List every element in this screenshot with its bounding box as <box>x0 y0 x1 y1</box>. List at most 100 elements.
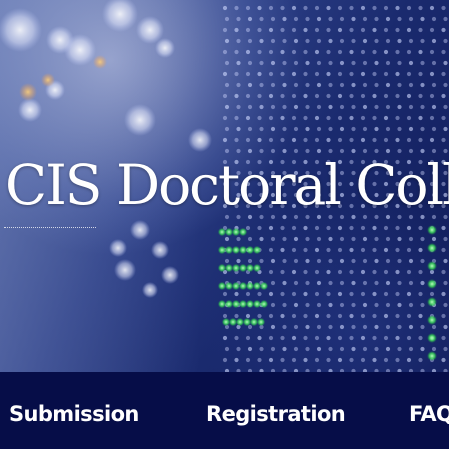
led-dot <box>337 71 343 77</box>
led-dot <box>291 5 297 11</box>
led-dot <box>351 60 356 66</box>
led-dot <box>385 38 391 44</box>
led-dot <box>303 269 308 275</box>
led-dot <box>224 104 230 110</box>
led-dot <box>374 60 379 66</box>
led-dot <box>259 346 264 352</box>
led-dot <box>337 49 343 55</box>
led-dot <box>420 104 425 110</box>
led-dot <box>303 313 308 319</box>
led-dot <box>291 335 297 341</box>
led-dot <box>234 93 239 99</box>
led-dot <box>351 236 356 242</box>
led-dot <box>372 335 377 341</box>
led-dot <box>349 71 354 77</box>
led-dot <box>316 38 322 44</box>
led-dot <box>270 280 276 286</box>
led-dot <box>395 269 400 275</box>
nav-link-registration[interactable]: Registration <box>206 402 346 426</box>
led-dot <box>268 291 274 297</box>
led-dot <box>316 82 322 88</box>
nav-link-faq[interactable]: FAQ <box>409 402 449 426</box>
led-dot <box>383 93 389 99</box>
led-dot <box>142 282 158 298</box>
led-dot <box>395 5 400 11</box>
led-dot <box>303 5 308 11</box>
led-dot <box>252 245 262 255</box>
led-dot <box>305 104 310 110</box>
led-dot <box>282 324 287 330</box>
led-dot <box>397 126 402 132</box>
led-dot <box>314 71 320 77</box>
led-dot <box>291 225 297 231</box>
led-dot <box>441 93 446 99</box>
led-dot <box>259 60 264 66</box>
led-dot <box>351 38 356 44</box>
main-navigation: Submission Registration FAQ <box>0 372 449 449</box>
led-dot <box>427 351 437 361</box>
led-dot <box>397 302 402 308</box>
led-dot <box>303 71 308 77</box>
led-dot <box>224 236 230 242</box>
led-dot <box>443 126 448 132</box>
led-dot <box>268 313 274 319</box>
led-dot <box>280 93 285 99</box>
led-dot <box>383 225 389 231</box>
led-dot <box>429 49 435 55</box>
led-dot <box>270 60 276 66</box>
led-dot <box>222 5 228 11</box>
led-dot <box>443 82 448 88</box>
led-dot <box>374 236 379 242</box>
led-dot <box>408 16 414 22</box>
led-dot <box>280 115 285 121</box>
led-dot <box>339 126 345 132</box>
led-dot <box>293 346 299 352</box>
led-dot <box>245 335 251 341</box>
led-dot <box>339 346 345 352</box>
led-dot <box>270 126 276 132</box>
led-dot <box>362 280 368 286</box>
led-dot <box>408 38 414 44</box>
led-dot <box>224 38 230 44</box>
led-dot <box>93 55 107 69</box>
led-dot <box>372 137 377 143</box>
led-dot <box>339 280 345 286</box>
led-dot <box>360 357 366 363</box>
led-dot <box>245 313 251 319</box>
led-dot <box>291 71 297 77</box>
nav-link-submission[interactable]: Submission <box>9 402 139 426</box>
led-dot <box>303 335 308 341</box>
led-dot <box>441 115 446 121</box>
led-dot <box>280 27 285 33</box>
led-dot <box>431 82 437 88</box>
led-dot <box>316 302 322 308</box>
led-dot <box>339 258 345 264</box>
led-dot <box>270 258 276 264</box>
led-dot <box>385 324 391 330</box>
led-dot <box>406 71 412 77</box>
led-dot <box>362 302 368 308</box>
led-dot <box>397 82 402 88</box>
led-dot <box>339 302 345 308</box>
led-dot <box>222 335 228 341</box>
led-dot <box>351 82 356 88</box>
led-dot <box>188 128 212 152</box>
led-dot <box>337 93 343 99</box>
led-dot <box>282 16 287 22</box>
led-dot <box>441 49 446 55</box>
led-dot <box>397 258 402 264</box>
led-dot <box>328 236 333 242</box>
led-dot <box>351 302 356 308</box>
led-dot <box>374 38 379 44</box>
led-dot <box>406 225 412 231</box>
led-dot <box>259 104 264 110</box>
led-dot <box>305 38 310 44</box>
led-dot <box>252 263 262 273</box>
led-dot <box>337 291 343 297</box>
led-dot <box>349 335 354 341</box>
led-dot <box>245 357 251 363</box>
led-dot <box>282 236 287 242</box>
led-dot <box>372 115 377 121</box>
led-dot <box>328 302 333 308</box>
led-dot <box>256 317 266 327</box>
